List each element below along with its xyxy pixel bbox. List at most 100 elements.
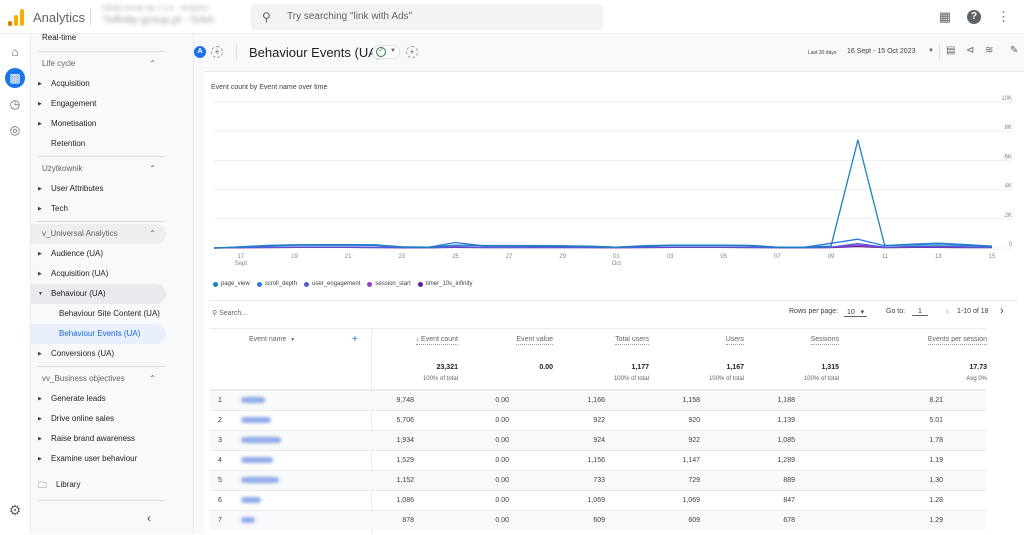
series-line-page-view[interactable] [213,139,993,249]
nav-item-raise-brand-awareness[interactable]: ▶ Raise brand awareness [31,429,166,449]
comparison-avatar[interactable]: A [194,46,206,58]
nav-item-examine-user-behaviour[interactable]: ▶ Examine user behaviour [31,449,166,469]
table-row[interactable]: 4 1,529 0.00 1,156 1,147 1,289 1.19 [210,450,986,470]
settings-icon[interactable]: ⚙ [5,500,25,520]
date-range-picker[interactable]: 16 Sept - 15 Oct 2023 [847,48,916,55]
table-search-input[interactable]: ⚲ Search... [212,309,247,317]
top-bar: Analytics Infinity Group Sp. z o.o. - An… [0,0,1024,34]
analytics-logo-icon[interactable] [8,8,24,26]
insights-icon[interactable]: ≋ [985,45,993,56]
event-name-link-redacted[interactable] [241,397,265,403]
nav-section-life-cycle[interactable]: Life cycle ⌃ [31,54,166,74]
cell-value: 1,158 [682,397,700,404]
nav-label: Audience (UA) [51,249,104,258]
event-name-link-redacted[interactable] [241,437,281,443]
nav-section-uzytkownik[interactable]: Użytkownik ⌃ [31,159,166,179]
apps-grid-icon[interactable]: ▦ [939,9,951,25]
legend-item[interactable]: session_start [367,281,411,287]
table-row[interactable]: 5 1,152 0.00 733 729 889 1.30 [210,470,986,490]
divider [210,300,1018,301]
table-row[interactable]: 2 5,706 0.00 922 920 1,139 5.01 [210,410,986,430]
nav-item-acquisition-ua[interactable]: ▶ Acquisition (UA) [31,264,166,284]
cell-value: 5.01 [929,417,943,424]
nav-label: Generate leads [51,394,106,403]
nav-item-monetisation[interactable]: ▶ Monetisation [31,114,166,134]
column-header-total-users[interactable]: Total users [615,336,649,345]
caret-down-icon[interactable]: ▼ [928,48,934,54]
table-row[interactable]: 3 1,934 0.00 924 922 1,085 1.78 [210,430,986,450]
cell-value: 920 [688,417,700,424]
column-header-event-value[interactable]: Event value [516,336,553,345]
next-page-icon[interactable]: › [1000,305,1004,317]
app-title: Analytics [33,10,86,25]
nav-item-generate-leads[interactable]: ▶ Generate leads [31,389,166,409]
legend-item[interactable]: timer_10s_infinity [417,281,472,287]
prev-page-icon[interactable]: ‹ [946,306,949,316]
caret-down-icon: ▼ [390,48,396,54]
nav-item-drive-online-sales[interactable]: ▶ Drive online sales [31,409,166,429]
explore-icon[interactable]: ◷ [5,94,25,114]
help-icon[interactable]: ? [967,10,981,24]
nav-item-acquisition[interactable]: ▶ Acquisition [31,74,166,94]
event-name-link-redacted[interactable] [241,477,279,483]
edit-pencil-icon[interactable]: ✎ [1010,45,1018,56]
column-header-events-per-session[interactable]: Events per session [927,336,987,345]
search-bar[interactable]: ⚲ Try searching "link with Ads" [251,4,603,30]
nav-item-engagement[interactable]: ▶ Engagement [31,94,166,114]
table-row[interactable]: 1 9,748 0.00 1,166 1,158 1,188 8.21 [210,390,986,410]
nav-label: Acquisition (UA) [51,269,109,278]
y-tick-label: 8K [1005,125,1012,131]
column-header-sessions[interactable]: Sessions [810,336,839,345]
advertising-icon[interactable]: ◎ [5,120,25,140]
nav-item-behaviour-site-content-ua[interactable]: Behaviour Site Content (UA) [31,304,166,324]
nav-item-realtime[interactable]: Real-time [42,34,76,48]
nav-item-behaviour-events-ua[interactable]: Behaviour Events (UA) [31,324,166,344]
event-name-link-redacted[interactable] [241,517,255,523]
column-header-event-count[interactable]: ↓ Event count [415,336,458,345]
event-name-link-redacted[interactable] [241,497,261,503]
caret-right-icon: ▶ [38,271,42,277]
table-row[interactable]: 6 1,086 0.00 1,069 1,069 847 1.28 [210,490,986,510]
event-name-link-redacted[interactable] [241,457,273,463]
legend-item[interactable]: user_engagement [304,281,360,287]
column-header-users[interactable]: Users [725,336,744,345]
goto-page-input[interactable]: 1 [912,308,928,316]
nav-item-behaviour-ua[interactable]: ▼ Behaviour (UA) [31,284,166,304]
reports-icon[interactable]: ▩ [5,68,25,88]
cell-value: 1,289 [777,457,795,464]
table-row[interactable]: 7 878 0.00 609 609 678 1.29 [210,510,986,530]
customize-report-icon[interactable]: ▤ [946,45,955,56]
home-icon[interactable]: ⌂ [5,42,25,62]
event-name-header[interactable]: Event name ▼ [249,336,295,343]
cell-value: 1,152 [396,477,414,484]
nav-item-retention[interactable]: Retention [31,134,166,154]
nav-item-tech[interactable]: ▶ Tech [31,199,166,219]
nav-item-user-attributes[interactable]: ▶ User Attributes [31,179,166,199]
rows-per-page-select[interactable]: 10 ▾ [844,308,868,317]
nav-item-conversions-ua[interactable]: ▶ Conversions (UA) [31,344,166,364]
nav-item-library[interactable]: 🗀 Library [31,475,166,495]
nav-divider [37,156,165,157]
add-comparison-icon[interactable]: + [211,46,223,58]
cell-value: 0.00 [495,497,509,504]
nav-item-audience-ua[interactable]: ▶ Audience (UA) [31,244,166,264]
legend-item[interactable]: page_view [213,281,250,287]
chart-title: Event count by Event name over time [211,84,328,91]
add-filter-icon[interactable]: + [406,46,418,58]
x-tick-label: 29 [559,254,566,260]
event-name-link-redacted[interactable] [241,417,271,423]
nav-section-business-objectives[interactable]: vv_Business objectives ⌃ [31,369,166,389]
caret-right-icon: ▶ [38,101,42,107]
row-index: 1 [218,397,222,404]
legend-item[interactable]: scroll_depth [256,281,297,287]
nav-section-universal-analytics[interactable]: v_Universal Analytics ⌃ [31,224,166,244]
account-selector[interactable]: Infinity Group Sp. z o.o. - Analytics *i… [102,5,242,29]
report-status-button[interactable]: ✓ ▼ [372,45,400,59]
cell-value: 733 [593,477,605,484]
share-icon[interactable]: ⊲ [966,45,974,56]
more-vert-icon[interactable]: ⋮ [997,9,1010,25]
chevron-left-icon[interactable]: ‹ [147,508,151,528]
add-dimension-icon[interactable]: + [352,334,358,345]
cell-value: 1.28 [929,497,943,504]
chevron-up-icon: ⌃ [149,164,156,173]
